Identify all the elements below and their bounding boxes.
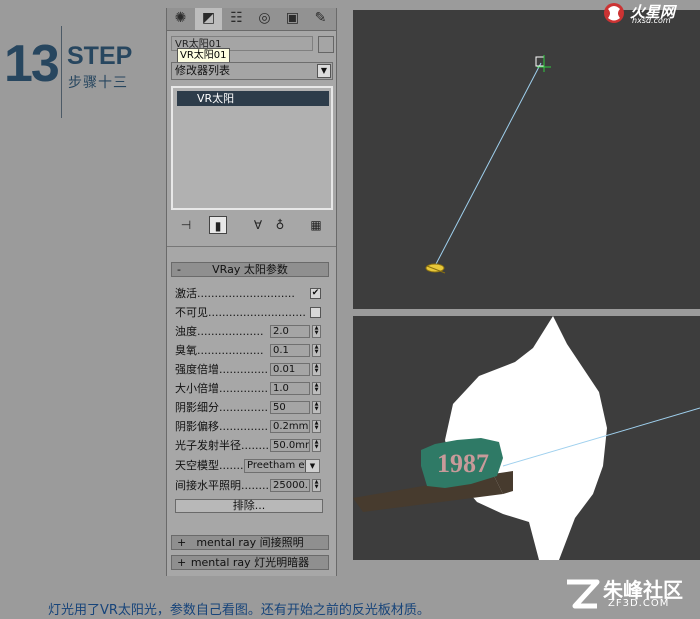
motion-tab[interactable]: ◎ xyxy=(251,8,278,30)
stack-toolbar: ⊣ ▮ ∀ ♁ ▦ xyxy=(171,214,333,236)
param-row: 不可见............................ xyxy=(175,305,325,320)
param-row: 间接水平照明......... 25000. ▲ ▼ xyxy=(175,478,325,493)
rollout-mr-light-shader[interactable]: + mental ray 灯光明暗器 xyxy=(171,555,329,570)
spinner-arrows-icon[interactable]: ▲ ▼ xyxy=(312,363,321,376)
modify-icon: ◩ xyxy=(201,10,216,26)
configure-sets-icon[interactable]: ▦ xyxy=(307,216,325,234)
param-label: 阴影偏移.............. xyxy=(175,420,268,433)
command-panel-tabs: ✺ ◩ ☷ ◎ ▣ ✎ xyxy=(167,8,336,31)
sky-model-value: Preetham et xyxy=(247,460,309,471)
turbidity-spinner[interactable]: 2.0 xyxy=(270,325,310,338)
size-multiplier-spinner[interactable]: 1.0 xyxy=(270,382,310,395)
rollout-title: VRay 太阳参数 xyxy=(212,263,288,276)
param-label: 间接水平照明......... xyxy=(175,479,273,492)
pin-stack-icon[interactable]: ⊣ xyxy=(177,216,195,234)
param-label: 天空模型......... xyxy=(175,459,243,472)
svg-text:1987: 1987 xyxy=(437,449,489,478)
modifier-list-label: 修改器列表 xyxy=(175,64,230,77)
create-tab[interactable]: ✺ xyxy=(167,8,194,30)
spinner-arrows-icon[interactable]: ▲ ▼ xyxy=(312,325,321,338)
rollout-title: mental ray 间接照明 xyxy=(196,536,304,549)
create-icon: ✺ xyxy=(174,10,187,26)
indirect-horiz-illum-spinner[interactable]: 25000. xyxy=(270,479,310,492)
display-icon: ▣ xyxy=(285,10,300,26)
exclude-button[interactable]: 排除... xyxy=(175,499,323,513)
enabled-checkbox[interactable]: ✔ xyxy=(310,288,321,299)
spinner-arrows-icon[interactable]: ▲ ▼ xyxy=(312,382,321,395)
param-row: 强度倍增.............. 0.01 ▲ ▼ xyxy=(175,362,325,377)
modifier-stack[interactable]: VR太阳 xyxy=(171,86,333,210)
utilities-icon: ✎ xyxy=(314,10,327,26)
step-number: 13 xyxy=(4,35,60,93)
site-logo: 火星网 hxsd.com xyxy=(600,0,700,26)
param-label: 臭氧................... xyxy=(175,344,264,357)
hierarchy-tab[interactable]: ☷ xyxy=(223,8,250,30)
param-row: 天空模型......... Preetham et ▼ xyxy=(175,458,325,473)
watermark-url: ZF3D.COM xyxy=(608,598,670,609)
param-row: 阴影偏移.............. 0.2mm ▲ ▼ xyxy=(175,419,325,434)
spinner-arrows-icon[interactable]: ▲ ▼ xyxy=(312,439,321,452)
show-end-result-icon[interactable]: ▮ xyxy=(209,216,227,234)
param-row: 臭氧................... 0.1 ▲ ▼ xyxy=(175,343,325,358)
top-viewport-scene xyxy=(425,55,551,274)
perspective-viewport[interactable]: 1987 xyxy=(353,316,700,560)
param-row: 浊度................... 2.0 ▲ ▼ xyxy=(175,324,325,339)
logo-url: hxsd.com xyxy=(632,16,671,25)
chevron-down-icon[interactable]: ▼ xyxy=(305,460,319,472)
stack-item-vrsun[interactable]: VR太阳 xyxy=(177,91,329,106)
hierarchy-icon: ☷ xyxy=(230,10,243,26)
rollout-mr-indirect[interactable]: + mental ray 间接照明 xyxy=(171,535,329,550)
shadow-bias-spinner[interactable]: 0.2mm xyxy=(270,420,310,433)
remove-modifier-icon[interactable]: ♁ xyxy=(271,216,289,234)
motion-icon: ◎ xyxy=(258,10,271,26)
param-label: 光子发射半径......... xyxy=(175,439,273,452)
param-row: 激活............................ ✔ xyxy=(175,286,325,301)
param-row: 阴影细分.............. 50 ▲ ▼ xyxy=(175,400,325,415)
param-row: 光子发射半径......... 50.0mm ▲▼ xyxy=(175,438,325,453)
photon-radius-spinner[interactable]: 50.0mm xyxy=(270,439,310,452)
rollout-vray-sun-params[interactable]: - VRay 太阳参数 xyxy=(171,262,329,277)
command-panel: ✺ ◩ ☷ ◎ ▣ ✎ VR太阳01 VR太阳01 修改器列表 ▼ VR太阳 ⊣… xyxy=(166,8,337,576)
watermark-logo-icon xyxy=(567,579,600,609)
spinner-arrows-icon[interactable]: ▲ ▼ xyxy=(312,401,321,414)
invisible-checkbox[interactable] xyxy=(310,307,321,318)
caption: 灯光用了VR太阳光，参数自己看图。还有开始之前的反光板材质。 xyxy=(48,603,430,618)
step-divider xyxy=(61,26,62,118)
top-viewport[interactable] xyxy=(353,10,700,309)
param-label: 浊度................... xyxy=(175,325,264,338)
spinner-arrows-icon[interactable]: ▲ ▼ xyxy=(312,479,321,492)
object-color-swatch[interactable] xyxy=(318,36,334,53)
sun-light-icon xyxy=(425,263,446,274)
step-subtitle: 步骤十三 xyxy=(68,75,128,91)
divider xyxy=(167,246,336,247)
display-tab[interactable]: ▣ xyxy=(279,8,306,30)
watermark: 朱峰社区 ZF3D.COM xyxy=(563,574,700,614)
chevron-down-icon[interactable]: ▼ xyxy=(317,64,331,78)
param-label: 不可见............................ xyxy=(175,306,306,319)
make-unique-icon[interactable]: ∀ xyxy=(249,216,267,234)
step-word: STEP xyxy=(67,42,133,70)
spinner-arrows-icon[interactable]: ▲ ▼ xyxy=(312,344,321,357)
param-label: 激活............................ xyxy=(175,287,295,300)
logo-icon xyxy=(604,3,624,23)
spinner-arrows-icon[interactable]: ▲ ▼ xyxy=(312,420,321,433)
modifier-list-dropdown[interactable]: 修改器列表 ▼ xyxy=(171,62,333,80)
perspective-viewport-scene: 1987 xyxy=(353,316,700,560)
sky-model-select[interactable]: Preetham et ▼ xyxy=(244,459,320,473)
rollout-title: mental ray 灯光明暗器 xyxy=(190,556,310,569)
param-label: 强度倍增.............. xyxy=(175,363,268,376)
param-label: 阴影细分.............. xyxy=(175,401,268,414)
tooltip: VR太阳01 xyxy=(177,48,230,63)
intensity-multiplier-spinner[interactable]: 0.01 xyxy=(270,363,310,376)
param-row: 大小倍增.............. 1.0 ▲ ▼ xyxy=(175,381,325,396)
modify-tab[interactable]: ◩ xyxy=(195,8,222,30)
ozone-spinner[interactable]: 0.1 xyxy=(270,344,310,357)
shadow-subdivs-spinner[interactable]: 50 xyxy=(270,401,310,414)
utilities-tab[interactable]: ✎ xyxy=(307,8,334,30)
sun-target-icon xyxy=(535,55,551,72)
param-label: 大小倍增.............. xyxy=(175,382,268,395)
